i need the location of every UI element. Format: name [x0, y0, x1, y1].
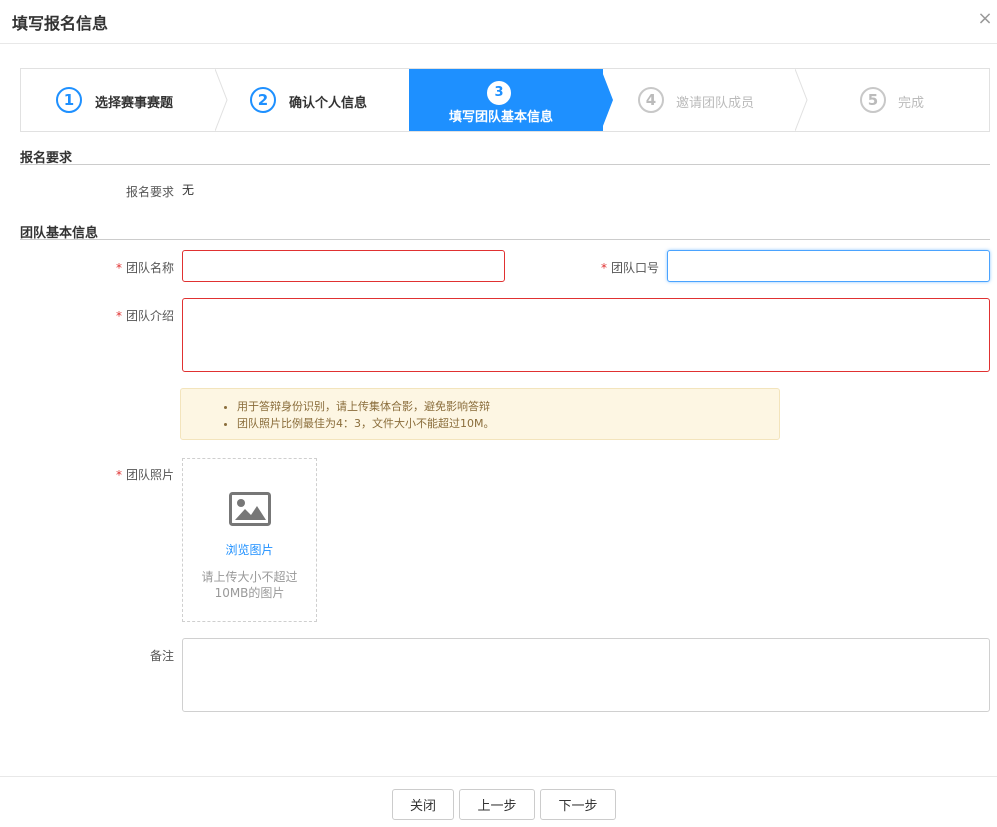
dialog-header: 填写报名信息 ×: [0, 0, 997, 44]
remark-label: 备注: [149, 649, 174, 663]
required-mark: *: [600, 261, 607, 275]
tip-item: 用于答辩身份识别，请上传集体合影，避免影响答辩: [237, 398, 494, 415]
team-name-label-text: 团队名称: [125, 261, 174, 275]
section-divider: [20, 239, 990, 240]
dialog-footer: 关闭 上一步 下一步: [0, 776, 997, 827]
browse-image-link[interactable]: 浏览图片: [183, 541, 316, 558]
team-photo-label: * 团队照片: [116, 466, 174, 483]
team-slogan-input[interactable]: [667, 250, 990, 282]
step-number: 3: [487, 81, 511, 105]
requirements-label: 报名要求: [125, 185, 174, 199]
step-3-active: 3 填写团队基本信息: [409, 69, 603, 131]
image-icon: [229, 492, 271, 526]
step-4: 4 邀请团队成员: [615, 69, 797, 131]
prev-step-button[interactable]: 上一步: [459, 789, 535, 820]
team-photo-label-text: 团队照片: [125, 468, 174, 482]
step-separator-icon: [795, 69, 808, 131]
active-step-arrow-icon: [601, 69, 613, 131]
section-divider: [20, 164, 990, 165]
team-name-input[interactable]: [182, 250, 505, 282]
registration-dialog: 填写报名信息 × 1 选择赛事赛题 2 确认个人信息 3 填写团队基本信息 4 …: [0, 0, 997, 827]
remark-textarea[interactable]: [182, 638, 990, 712]
requirements-value: 无: [182, 183, 195, 197]
next-step-button[interactable]: 下一步: [540, 789, 616, 820]
step-label: 确认个人信息: [289, 96, 368, 111]
step-label: 完成: [898, 96, 925, 111]
step-number: 5: [860, 87, 886, 113]
team-name-label: * 团队名称: [116, 259, 174, 276]
required-mark: *: [115, 261, 122, 275]
step-5: 5 完成: [809, 69, 989, 131]
step-label: 选择赛事赛题: [95, 96, 174, 111]
team-intro-textarea[interactable]: [182, 298, 990, 372]
photo-upload-area[interactable]: 浏览图片 请上传大小不超过10MB的图片: [182, 458, 317, 622]
step-number: 2: [250, 87, 276, 113]
step-2: 2 确认个人信息: [215, 69, 409, 131]
step-number: 1: [56, 87, 82, 113]
close-icon[interactable]: ×: [975, 9, 995, 29]
required-mark: *: [115, 468, 122, 482]
step-1: 1 选择赛事赛题: [21, 69, 228, 131]
team-slogan-label: * 团队口号: [601, 259, 659, 276]
photo-tip-box: 用于答辩身份识别，请上传集体合影，避免影响答辩 团队照片比例最佳为4：3，文件大…: [180, 388, 780, 440]
step-progress-bar: 1 选择赛事赛题 2 确认个人信息 3 填写团队基本信息 4 邀请团队成员 5 …: [20, 68, 990, 132]
team-slogan-label-text: 团队口号: [610, 261, 659, 275]
required-mark: *: [115, 309, 122, 323]
close-button[interactable]: 关闭: [392, 789, 454, 820]
step-number: 4: [638, 87, 664, 113]
tip-item: 团队照片比例最佳为4：3，文件大小不能超过10M。: [237, 415, 494, 432]
upload-hint: 请上传大小不超过10MB的图片: [201, 570, 298, 600]
step-label: 填写团队基本信息: [449, 110, 554, 125]
dialog-title: 填写报名信息: [12, 14, 109, 33]
step-label: 邀请团队成员: [676, 96, 755, 111]
team-intro-label-text: 团队介绍: [125, 309, 174, 323]
team-intro-label: * 团队介绍: [116, 307, 174, 324]
